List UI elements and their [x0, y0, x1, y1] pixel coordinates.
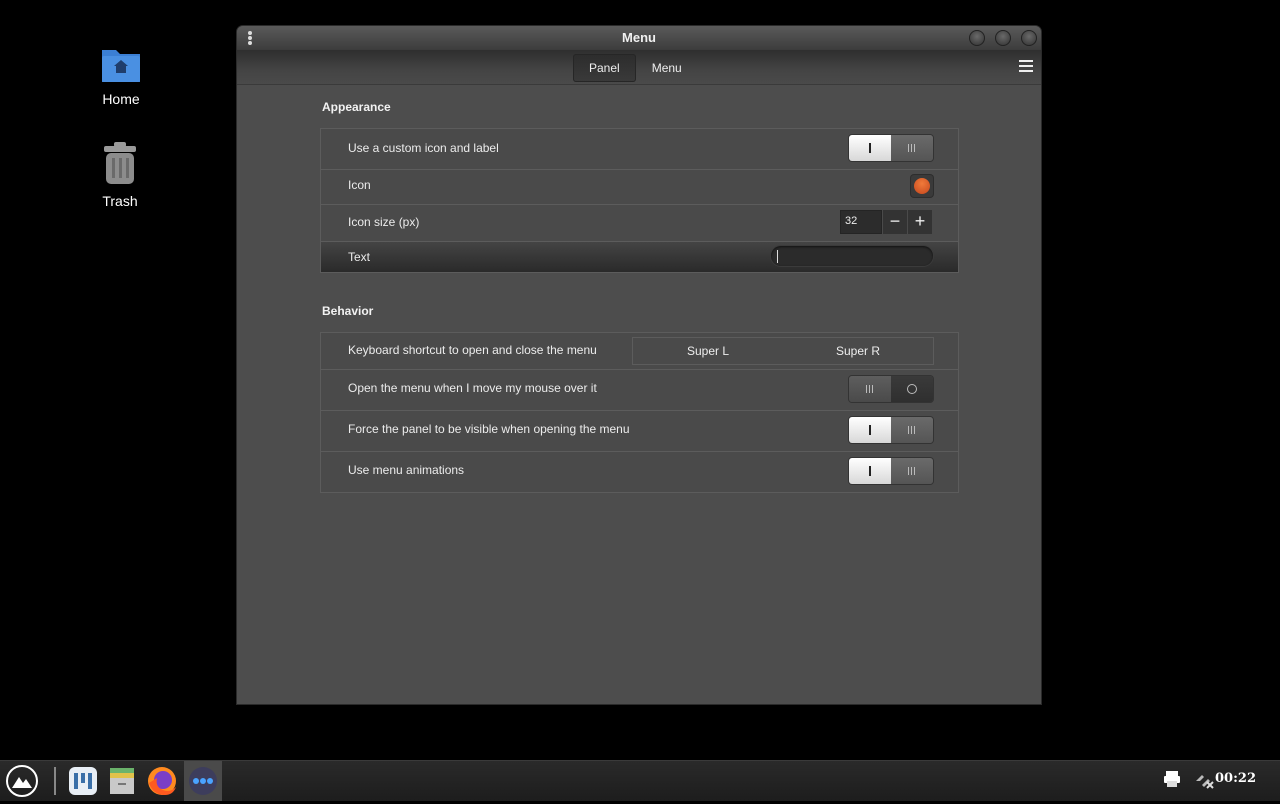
animations-label: Use menu animations: [348, 463, 465, 477]
more-apps-icon: [189, 767, 217, 795]
close-button[interactable]: [1021, 30, 1037, 46]
force-visible-row: Force the panel to be visible when openi…: [321, 411, 958, 452]
custom-icon-label: Use a custom icon and label: [348, 141, 499, 155]
window-titlebar[interactable]: Menu: [237, 26, 1041, 50]
files-icon: [110, 768, 134, 794]
animations-row: Use menu animations: [321, 452, 958, 492]
desktop-trash-label: Trash: [102, 193, 138, 209]
menu-settings-window: Menu Panel Menu Appearance Use a custom …: [237, 26, 1041, 704]
hover-open-label: Open the menu when I move my mouse over …: [348, 381, 597, 395]
icon-size-row: Icon size (px) 32 − +: [321, 205, 958, 242]
window-title: Menu: [622, 30, 656, 45]
appearance-section-title: Appearance: [322, 100, 391, 114]
firefox-icon: [148, 767, 176, 795]
shortcut-secondary-button[interactable]: Super R: [783, 338, 933, 364]
desktop-home-shortcut[interactable]: Home: [81, 44, 161, 107]
taskbar: 00:22: [0, 760, 1280, 801]
shortcut-primary-button[interactable]: Super L: [633, 338, 783, 364]
menu-logo-icon: [6, 765, 38, 797]
clock[interactable]: 00:22: [1215, 771, 1256, 786]
tab-menu[interactable]: Menu: [636, 54, 698, 82]
custom-icon-switch[interactable]: [849, 135, 933, 161]
page-tabs: Panel Menu: [573, 54, 698, 82]
menu-logo-icon: [914, 178, 930, 194]
printer-tray-button[interactable]: [1160, 767, 1184, 791]
minimize-button[interactable]: [969, 30, 985, 46]
printer-icon: [1164, 771, 1180, 787]
desktop-trash-shortcut[interactable]: Trash: [80, 142, 160, 209]
maximize-button[interactable]: [995, 30, 1011, 46]
shortcut-row: Keyboard shortcut to open and close the …: [321, 333, 958, 370]
window-menu-icon[interactable]: [245, 30, 255, 46]
appearance-group: Use a custom icon and label Icon Icon si…: [320, 128, 959, 273]
network-tray-button[interactable]: [1192, 767, 1216, 791]
text-input[interactable]: [771, 246, 933, 266]
icon-label: Icon: [348, 178, 371, 192]
icon-chooser-button[interactable]: [911, 175, 933, 197]
icon-size-input[interactable]: 32: [840, 210, 882, 234]
text-label: Text: [348, 250, 371, 264]
hamburger-menu-icon[interactable]: [1019, 60, 1033, 75]
hover-open-row: Open the menu when I move my mouse over …: [321, 370, 958, 411]
taskbar-firefox-launcher[interactable]: [144, 763, 180, 799]
behavior-section-title: Behavior: [322, 304, 374, 318]
hover-open-switch[interactable]: [849, 376, 933, 402]
animations-switch[interactable]: [849, 458, 933, 484]
force-visible-label: Force the panel to be visible when openi…: [348, 422, 630, 436]
taskbar-apps-launcher[interactable]: [65, 763, 101, 799]
taskbar-active-app[interactable]: [184, 761, 222, 801]
force-visible-switch[interactable]: [849, 417, 933, 443]
home-folder-icon: [102, 50, 140, 82]
text-caret: [777, 250, 778, 263]
taskbar-separator: [54, 767, 56, 795]
icon-row: Icon: [321, 170, 958, 205]
network-disconnected-icon: [1196, 775, 1214, 789]
text-row: Text: [321, 242, 958, 272]
apps-grid-icon: [69, 767, 97, 795]
window-toolbar: Panel Menu: [237, 50, 1041, 85]
icon-size-label: Icon size (px): [348, 215, 420, 229]
icon-size-decrement-button[interactable]: −: [883, 210, 907, 234]
shortcut-label: Keyboard shortcut to open and close the …: [348, 343, 597, 357]
taskbar-files-launcher[interactable]: [104, 763, 140, 799]
behavior-group: Keyboard shortcut to open and close the …: [320, 332, 959, 493]
icon-size-increment-button[interactable]: +: [908, 210, 932, 234]
shortcut-keys: Super L Super R: [632, 337, 934, 365]
desktop-home-label: Home: [102, 91, 140, 107]
custom-icon-row: Use a custom icon and label: [321, 129, 958, 170]
trash-icon: [104, 142, 136, 184]
start-menu-button[interactable]: [4, 763, 40, 799]
tab-panel[interactable]: Panel: [573, 54, 636, 82]
